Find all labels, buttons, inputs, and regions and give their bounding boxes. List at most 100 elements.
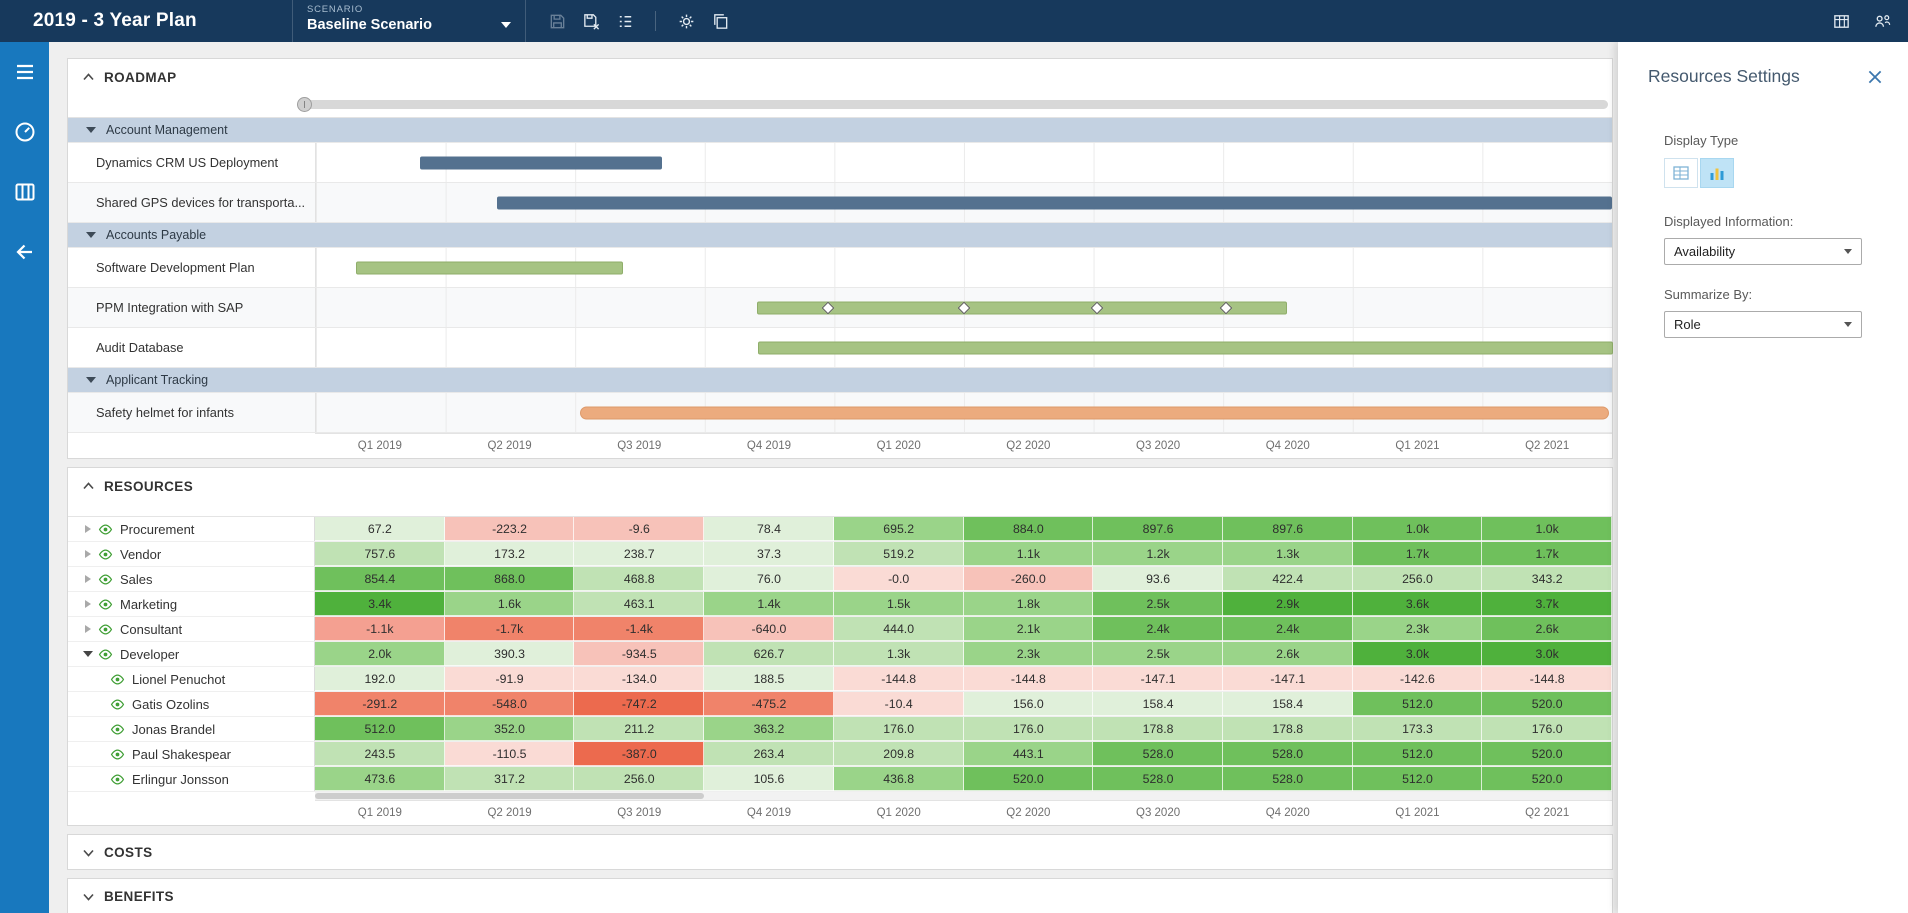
resource-value-cell: 3.0k <box>1352 642 1483 666</box>
slider-track[interactable] <box>297 97 1608 112</box>
collapse-triangle-icon[interactable] <box>86 232 96 238</box>
collapse-triangle-icon[interactable] <box>86 377 96 383</box>
resource-value-cell: -1.4k <box>574 617 705 641</box>
resource-value-cell: 2.1k <box>963 617 1094 641</box>
scenario-selector[interactable]: SCENARIO Baseline Scenario <box>292 0 526 42</box>
resource-label-person[interactable]: Erlingur Jonsson <box>68 767 315 791</box>
resource-label-person[interactable]: Jonas Brandel <box>68 717 315 741</box>
gantt-task-row: Audit Database <box>68 328 1614 368</box>
resource-cells: -1.1k -1.7k -1.4k -640.0 444.0 2.1k 2.4k 2.4k 2.… <box>315 617 1613 641</box>
gantt-group-row[interactable]: Applicant Tracking <box>68 368 1612 393</box>
resource-label-role[interactable]: Marketing <box>68 592 315 616</box>
resource-value-cell: -1.7k <box>444 617 575 641</box>
benefits-section-header[interactable]: BENEFITS <box>68 879 1612 913</box>
visibility-eye-icon[interactable] <box>110 772 125 787</box>
scenario-list-icon[interactable] <box>613 9 637 33</box>
resource-value-cell: 176.0 <box>963 717 1094 741</box>
resource-label-role[interactable]: Developer <box>68 642 315 666</box>
gantt-group-row[interactable]: Accounts Payable <box>68 223 1612 248</box>
collapse-triangle-icon[interactable] <box>86 127 96 133</box>
roadmap-section-header[interactable]: ROADMAP <box>68 59 1612 93</box>
timeline-zoom-slider[interactable] <box>68 93 1612 115</box>
expand-arrow-icon[interactable] <box>80 550 96 558</box>
expand-arrow-icon[interactable] <box>80 575 96 583</box>
display-type-heatmap-button[interactable] <box>1700 158 1734 188</box>
visibility-eye-icon[interactable] <box>98 622 113 637</box>
resource-value-cell: 188.5 <box>704 667 834 691</box>
gantt-bar[interactable] <box>580 406 1610 419</box>
resource-value-cell: 463.1 <box>574 592 705 616</box>
save-as-icon[interactable] <box>579 9 603 33</box>
gantt-task-row: PPM Integration with SAP <box>68 288 1612 328</box>
resource-label-role[interactable]: Consultant <box>68 617 315 641</box>
resource-value-cell: 178.8 <box>1222 717 1353 741</box>
axis-quarter-label: Q2 2020 <box>1006 807 1051 819</box>
toolbar <box>545 0 732 42</box>
visibility-eye-icon[interactable] <box>110 747 125 762</box>
visibility-eye-icon[interactable] <box>98 597 113 612</box>
costs-section-header[interactable]: COSTS <box>68 835 1612 869</box>
resource-value-cell: 363.2 <box>704 717 834 741</box>
resource-value-cell: 158.4 <box>1222 692 1353 716</box>
settings-gear-icon[interactable] <box>674 9 698 33</box>
display-type-label: Display Type <box>1664 133 1739 148</box>
resource-value-cell: -110.5 <box>444 742 575 766</box>
gantt-task-label: PPM Integration with SAP <box>96 300 244 315</box>
resource-value-cell: 1.1k <box>963 542 1094 566</box>
resource-label-role[interactable]: Sales <box>68 567 315 591</box>
gantt-group-row[interactable]: Account Management <box>68 118 1612 143</box>
resource-value-cell: -475.2 <box>704 692 834 716</box>
resource-value-cell: 105.6 <box>704 767 834 791</box>
visibility-eye-icon[interactable] <box>98 547 113 562</box>
dashboard-gauge-icon[interactable] <box>0 107 49 156</box>
resource-value-cell: -144.8 <box>833 667 964 691</box>
resource-label-person[interactable]: Lionel Penuchot <box>68 667 315 691</box>
collapse-arrow-icon[interactable] <box>80 651 96 657</box>
resources-section-header[interactable]: RESOURCES <box>68 468 1612 502</box>
gantt-bar[interactable] <box>757 341 1614 354</box>
gantt-bar[interactable] <box>756 301 1287 314</box>
resource-value-cell: -260.0 <box>963 567 1094 591</box>
close-icon[interactable] <box>1866 68 1884 86</box>
resource-row: Developer 2.0k 390.3 -934.5 626.7 1.3k 2.3k 2.5… <box>68 642 1613 667</box>
resource-value-cell: 1.3k <box>1222 542 1353 566</box>
resource-row: Marketing 3.4k 1.6k 463.1 1.4k 1.5k 1.8k 2.5k 2.… <box>68 592 1613 617</box>
gantt-bar[interactable] <box>497 196 1612 209</box>
resource-cells: 3.4k 1.6k 463.1 1.4k 1.5k 1.8k 2.5k 2.9k 3.6k 3.7… <box>315 592 1613 616</box>
resource-label-role[interactable]: Vendor <box>68 542 315 566</box>
slider-handle[interactable] <box>297 97 312 112</box>
gantt-bar[interactable] <box>419 156 663 169</box>
save-icon[interactable] <box>545 9 569 33</box>
copy-plan-icon[interactable] <box>708 9 732 33</box>
resource-value-cell: 2.4k <box>1222 617 1353 641</box>
expand-arrow-icon[interactable] <box>80 525 96 533</box>
share-users-icon[interactable] <box>1870 9 1894 33</box>
resource-value-cell: 1.2k <box>1093 542 1223 566</box>
displayed-information-select[interactable]: Availability <box>1664 238 1862 265</box>
table-view-icon[interactable] <box>1829 9 1853 33</box>
visibility-eye-icon[interactable] <box>110 722 125 737</box>
visibility-eye-icon[interactable] <box>98 647 113 662</box>
resource-label-person[interactable]: Paul Shakespear <box>68 742 315 766</box>
visibility-eye-icon[interactable] <box>98 522 113 537</box>
resource-value-cell: 2.6k <box>1482 617 1613 641</box>
resource-label-person[interactable]: Gatis Ozolins <box>68 692 315 716</box>
visibility-eye-icon[interactable] <box>110 672 125 687</box>
portfolio-board-icon[interactable] <box>0 167 49 216</box>
resources-horizontal-scrollbar[interactable] <box>315 792 1612 800</box>
gantt-bar[interactable] <box>356 261 624 274</box>
display-type-toggle <box>1664 158 1884 188</box>
menu-hamburger-icon[interactable] <box>0 47 49 96</box>
visibility-eye-icon[interactable] <box>98 572 113 587</box>
back-arrow-icon[interactable] <box>0 227 49 276</box>
resource-label-role[interactable]: Procurement <box>68 517 315 541</box>
expand-arrow-icon[interactable] <box>80 625 96 633</box>
display-type-table-button[interactable] <box>1664 158 1698 188</box>
gantt-chart: Account Management Dynamics CRM US Deploy… <box>68 117 1614 433</box>
visibility-eye-icon[interactable] <box>110 697 125 712</box>
expand-arrow-icon[interactable] <box>80 600 96 608</box>
chevron-down-icon <box>1844 322 1852 327</box>
summarize-by-select[interactable]: Role <box>1664 311 1862 338</box>
scrollbar-thumb[interactable] <box>315 793 705 799</box>
scenario-value: Baseline Scenario <box>307 17 432 33</box>
